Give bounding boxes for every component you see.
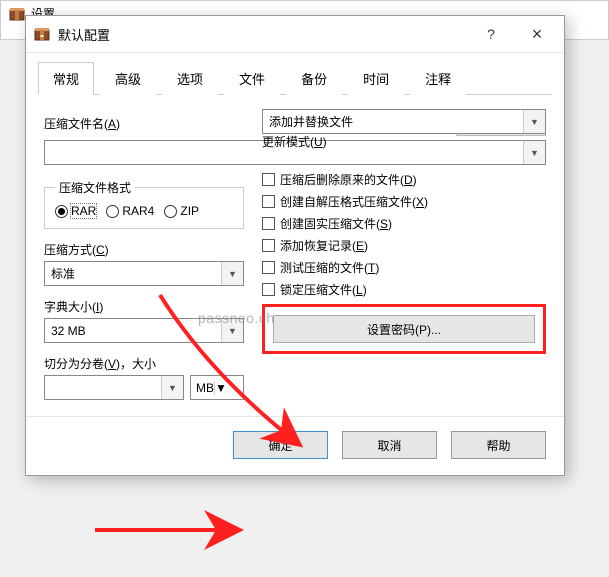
format-group: 压缩文件格式 RAR RAR4: [44, 179, 244, 229]
option-lock[interactable]: 锁定压缩文件(L): [262, 281, 546, 298]
chevron-down-icon[interactable]: ▼: [161, 376, 183, 399]
checkbox-icon: [262, 239, 275, 252]
default-config-dialog: 默认配置 ? × 常规 高级 选项 文件 备份 时间 注释 压缩文件名(A) 浏…: [25, 15, 565, 476]
password-highlight: 设置密码(P)...: [262, 304, 546, 354]
method-combo[interactable]: 标准 ▼: [44, 261, 244, 286]
option-test[interactable]: 测试压缩的文件(T): [262, 259, 546, 276]
tab-advanced[interactable]: 高级: [100, 62, 156, 95]
tab-backup[interactable]: 备份: [286, 62, 342, 95]
option-delete-after[interactable]: 压缩后删除原来的文件(D): [262, 171, 546, 188]
format-legend: 压缩文件格式: [55, 179, 135, 196]
radio-rar4[interactable]: RAR4: [106, 204, 154, 218]
volume-unit-combo[interactable]: MB ▼: [190, 375, 244, 400]
update-value: 添加并替换文件: [269, 113, 353, 130]
ok-button[interactable]: 确定: [233, 431, 328, 459]
set-password-button[interactable]: 设置密码(P)...: [273, 315, 535, 343]
checkbox-icon: [262, 283, 275, 296]
option-recovery[interactable]: 添加恢复记录(E): [262, 237, 546, 254]
annotation-arrow-ok: [90, 510, 260, 550]
volume-label: 切分为分卷(V)，大小: [44, 355, 244, 372]
tab-time[interactable]: 时间: [348, 62, 404, 95]
dict-combo[interactable]: 32 MB ▼: [44, 318, 244, 343]
archive-icon: [34, 26, 50, 42]
tab-comment[interactable]: 注释: [410, 62, 466, 95]
dialog-footer: 确定 取消 帮助: [26, 416, 564, 475]
volume-size-combo[interactable]: ▼: [44, 375, 184, 400]
tab-strip: 常规 高级 选项 文件 备份 时间 注释: [38, 61, 552, 95]
radio-zip[interactable]: ZIP: [164, 204, 199, 218]
tab-general[interactable]: 常规: [38, 62, 94, 95]
help-button-footer[interactable]: 帮助: [451, 431, 546, 459]
checkbox-icon: [262, 261, 275, 274]
option-solid[interactable]: 创建固实压缩文件(S): [262, 215, 546, 232]
method-label: 压缩方式(C): [44, 241, 244, 258]
method-value: 标准: [51, 265, 75, 282]
update-label: 更新模式(U): [262, 133, 546, 150]
option-sfx[interactable]: 创建自解压格式压缩文件(X): [262, 193, 546, 210]
radio-rar[interactable]: RAR: [55, 204, 96, 218]
dict-label: 字典大小(I): [44, 298, 244, 315]
archive-name-label: 压缩文件名(A): [44, 115, 120, 132]
close-button[interactable]: ×: [518, 22, 556, 46]
help-button[interactable]: ?: [472, 22, 510, 46]
chevron-down-icon[interactable]: ▼: [221, 262, 243, 285]
app-icon: [9, 6, 25, 22]
titlebar: 默认配置 ? ×: [26, 16, 564, 53]
checkbox-icon: [262, 195, 275, 208]
dict-value: 32 MB: [51, 324, 86, 338]
volume-unit-value: MB: [196, 381, 214, 395]
chevron-down-icon[interactable]: ▼: [523, 110, 545, 133]
update-combo[interactable]: 添加并替换文件 ▼: [262, 109, 546, 134]
tab-files[interactable]: 文件: [224, 62, 280, 95]
checkbox-icon: [262, 217, 275, 230]
cancel-button[interactable]: 取消: [342, 431, 437, 459]
chevron-down-icon[interactable]: ▼: [221, 319, 243, 342]
tab-options[interactable]: 选项: [162, 62, 218, 95]
checkbox-icon: [262, 173, 275, 186]
chevron-down-icon[interactable]: ▼: [214, 381, 227, 395]
dialog-title: 默认配置: [58, 25, 464, 44]
